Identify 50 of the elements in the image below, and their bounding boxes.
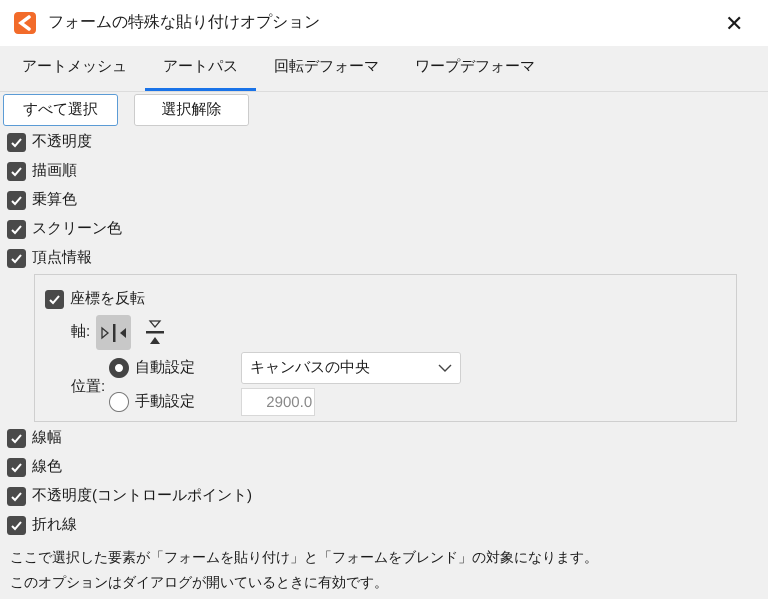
select-all-button[interactable]: すべて選択 xyxy=(3,94,118,126)
checkbox[interactable] xyxy=(7,162,26,181)
check-icon xyxy=(10,252,23,265)
app-logo-icon xyxy=(14,12,36,34)
option-label: 座標を反転 xyxy=(70,289,145,310)
tab[interactable]: ワープデフォーマ xyxy=(397,46,553,91)
close-button[interactable]: ✕ xyxy=(714,5,754,41)
radio-label: 自動設定 xyxy=(135,358,196,378)
tab[interactable]: アートメッシュ xyxy=(4,46,145,91)
option-label: 不透明度(コントロールポイント) xyxy=(32,486,252,506)
flip-horizontal-icon[interactable] xyxy=(96,315,132,350)
axis-label: 軸: xyxy=(71,322,90,342)
dropdown[interactable]: キャンバスの中央 xyxy=(241,352,462,384)
check-icon xyxy=(10,136,23,149)
position-label: 位置: xyxy=(71,376,106,397)
option-label: 乗算色 xyxy=(32,190,77,210)
check-icon xyxy=(10,194,23,207)
note-text: このオプションはダイアログが開いているときに有効です。 xyxy=(10,573,389,592)
note-text: ここで選択した要素が「フォームを貼り付け」と「フォームをブレンド」の対象になります。 xyxy=(10,548,599,567)
window-title: フォームの特殊な貼り付けオプション xyxy=(48,12,320,33)
checkbox[interactable] xyxy=(7,249,26,268)
deselect-button[interactable]: 選択解除 xyxy=(134,94,249,126)
radio-label: 手動設定 xyxy=(135,392,196,412)
option-label: 描画順 xyxy=(32,161,77,182)
chevron-down-icon xyxy=(438,363,452,373)
check-icon xyxy=(10,490,23,503)
checkbox[interactable] xyxy=(7,133,26,152)
checkbox[interactable] xyxy=(7,458,26,477)
checkbox[interactable] xyxy=(7,429,26,448)
option-label: 頂点情報 xyxy=(32,248,92,268)
tab[interactable]: 回転デフォーマ xyxy=(256,46,397,91)
check-icon xyxy=(10,223,23,236)
radio-button[interactable] xyxy=(109,392,130,412)
check-icon xyxy=(10,432,23,445)
option-label: 線幅 xyxy=(32,428,62,448)
check-icon xyxy=(10,519,23,532)
check-icon xyxy=(10,461,23,474)
checkbox[interactable] xyxy=(45,290,64,309)
tab[interactable]: アートパス xyxy=(145,46,256,91)
check-icon xyxy=(48,293,61,306)
option-label: 不透明度 xyxy=(32,132,92,152)
checkbox[interactable] xyxy=(7,516,26,535)
option-label: 線色 xyxy=(32,457,62,478)
checkbox[interactable] xyxy=(7,487,26,506)
radio-button[interactable] xyxy=(109,358,130,378)
check-icon xyxy=(10,165,23,178)
checkbox[interactable] xyxy=(7,220,26,239)
option-label: 折れ線 xyxy=(32,515,77,536)
checkbox[interactable] xyxy=(7,191,26,210)
option-label: スクリーン色 xyxy=(32,219,122,240)
